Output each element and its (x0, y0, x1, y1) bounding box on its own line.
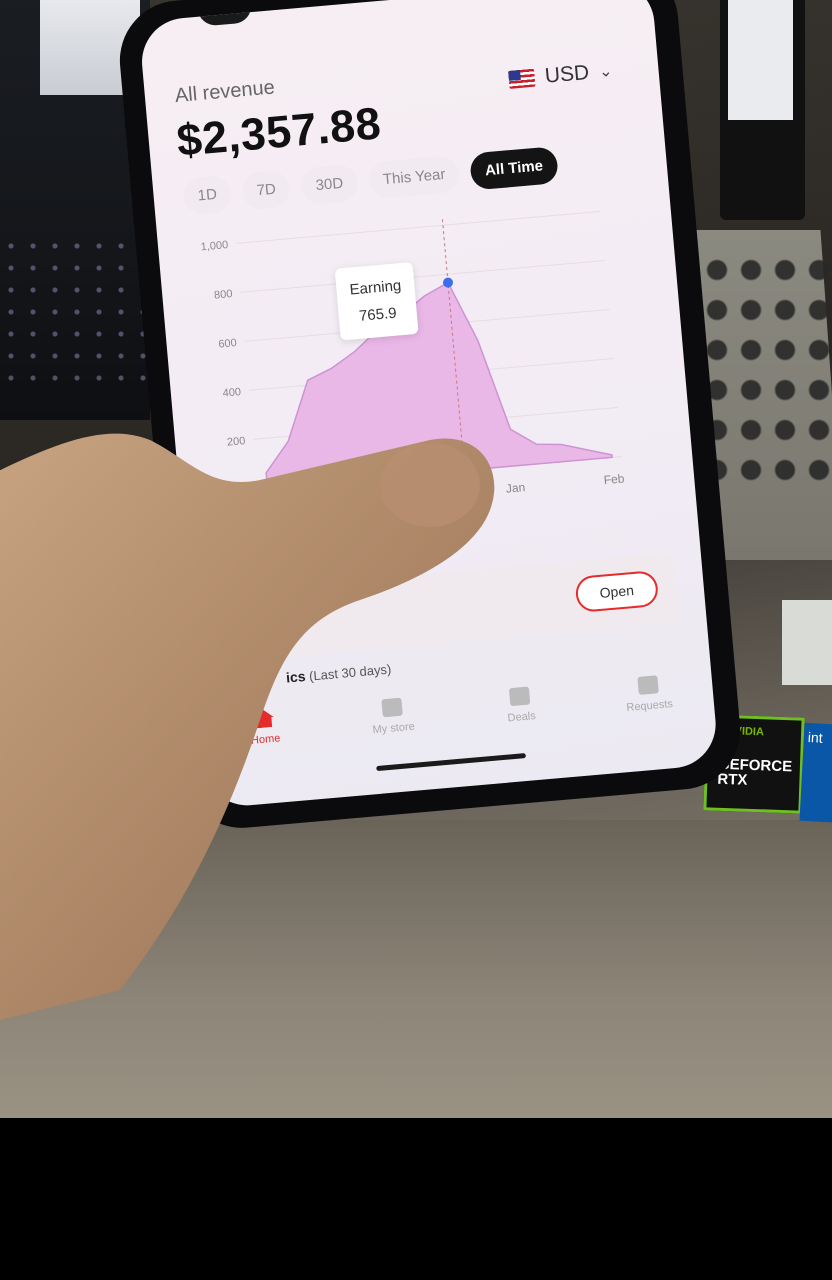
chart-tooltip: Earning 765.9 (334, 262, 419, 341)
qr-sticker (782, 600, 832, 685)
grid-line (240, 259, 605, 293)
chart-area (265, 281, 613, 489)
chart-x-ticks: Jan Feb (505, 471, 625, 495)
tab-home-label: Home (250, 732, 281, 747)
promo-card: Open (216, 552, 679, 663)
us-flag-icon (508, 68, 536, 89)
chart-y-ticks: 1,000 800 600 400 200 0 (200, 239, 250, 497)
y-tick-label: 1,000 (200, 239, 228, 253)
y-tick-label: 600 (218, 337, 237, 351)
y-tick-label: 200 (227, 435, 246, 449)
right-device-screen (728, 0, 793, 120)
home-icon (253, 709, 274, 729)
deals-icon (509, 686, 531, 707)
revenue-label: All revenue (174, 76, 276, 108)
tab-my-store-label: My store (372, 720, 416, 737)
range-30d[interactable]: 30D (300, 163, 359, 206)
intel-sticker: int (799, 722, 832, 824)
tab-my-store[interactable]: My store (341, 688, 447, 766)
tab-requests-label: Requests (626, 698, 674, 715)
tab-deals-label: Deals (507, 710, 537, 725)
tab-requests[interactable]: Requests (597, 666, 703, 744)
y-tick-label: 800 (214, 288, 233, 302)
x-tick-label: Feb (603, 471, 625, 487)
desk-surface (0, 820, 832, 1118)
avatar[interactable] (197, 4, 253, 27)
revenue-amount: $2,357.88 (174, 97, 384, 166)
range-this-year[interactable]: This Year (367, 154, 461, 200)
chevron-down-icon: ⌄ (598, 62, 614, 81)
currency-selector[interactable]: USD ⌄ (508, 59, 613, 92)
analytics-title: ics (285, 667, 307, 686)
analytics-header: ics (Last 30 days) (285, 660, 391, 685)
right-device (720, 0, 805, 220)
background-scene: ◈ NVIDIA GEFORCERTX int All revenue $2,3… (0, 0, 832, 1118)
y-tick-label: 0 (243, 484, 250, 496)
right-keyboard (700, 250, 832, 490)
x-tick-label: Jan (505, 480, 526, 496)
analytics-subtitle: (Last 30 days) (308, 661, 392, 684)
revenue-chart[interactable]: 1,000 800 600 400 200 0 Jan Feb (191, 197, 637, 552)
requests-icon (637, 675, 659, 695)
grid-line (235, 210, 601, 244)
tooltip-value: 765.9 (358, 304, 398, 325)
tab-home[interactable]: Home (213, 699, 319, 777)
phone: All revenue $2,357.88 USD ⌄ 1D 7D 30D Th… (114, 0, 746, 833)
open-button[interactable]: Open (574, 569, 660, 613)
y-tick-label: 400 (222, 386, 241, 400)
phone-screen: All revenue $2,357.88 USD ⌄ 1D 7D 30D Th… (138, 0, 720, 809)
range-1d[interactable]: 1D (182, 174, 233, 216)
range-7d[interactable]: 7D (241, 169, 292, 211)
currency-code: USD (543, 60, 591, 88)
tab-deals[interactable]: Deals (469, 677, 575, 755)
store-icon (381, 697, 403, 718)
range-all-time[interactable]: All Time (469, 146, 559, 191)
left-keyboard (0, 235, 150, 395)
